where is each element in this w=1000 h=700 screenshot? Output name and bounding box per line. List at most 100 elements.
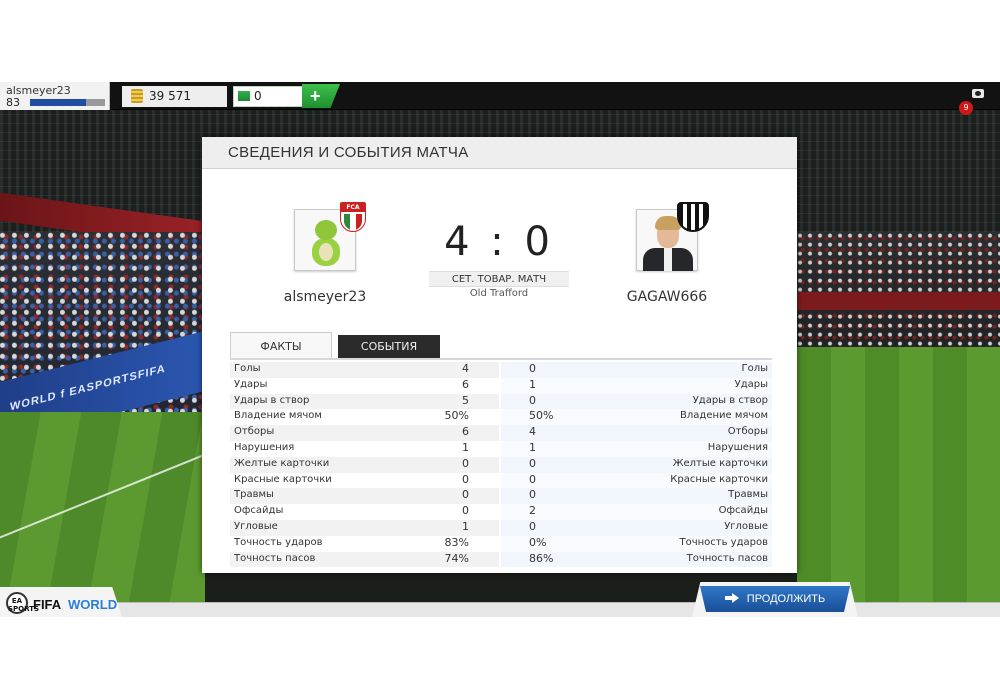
profile-level: 83: [6, 96, 20, 109]
stat-row: Желтые карточки 0 0 Желтые карточки: [230, 456, 772, 473]
stat-value-away: 0: [529, 393, 536, 407]
stat-label-away: Владение мячом: [680, 410, 768, 422]
game-screen: WORLD f EASPORTSFIFA alsmeyer23 83 39 57…: [0, 82, 1000, 617]
stat-label-home: Удары в створ: [234, 394, 310, 406]
ea-sports-logo: EA SPORTS: [6, 592, 39, 614]
stat-label-away: Точность ударов: [679, 536, 768, 548]
stat-value-away: 1: [529, 377, 536, 391]
coins-balance: 39 571: [122, 86, 227, 107]
fifa-logo-text: FIFA: [33, 597, 62, 612]
stat-value-home: 0: [462, 472, 469, 486]
match-facts-panel: СВЕДЕНИЯ И СОБЫТИЯ МАТЧА FCA alsmeyer23 …: [202, 137, 797, 573]
stat-value-home: 83%: [444, 535, 469, 549]
stat-home-cell: Травмы 0: [230, 488, 499, 505]
stat-label-home: Отборы: [234, 426, 275, 438]
stat-label-home: Точность ударов: [234, 536, 323, 548]
stat-row: Угловые 1 0 Угловые: [230, 519, 772, 536]
stat-value-away: 86%: [529, 551, 554, 565]
stat-value-away: 0: [529, 362, 536, 375]
stat-label-home: Нарушения: [234, 441, 295, 453]
stat-value-away: 0: [529, 488, 536, 502]
stat-label-away: Нарушения: [707, 441, 768, 453]
stand-band-right: [797, 292, 1000, 310]
stat-away-cell: 0 Угловые: [501, 519, 772, 536]
stat-away-cell: 4 Отборы: [501, 425, 772, 441]
stat-home-cell: Владение мячом 50%: [230, 409, 499, 425]
stat-home-cell: Желтые карточки 0: [230, 456, 499, 473]
stat-value-away: 1: [529, 440, 536, 454]
stat-value-home: 50%: [444, 409, 469, 423]
stat-row: Офсайды 0 2 Офсайды: [230, 504, 772, 520]
panel-title: СВЕДЕНИЯ И СОБЫТИЯ МАТЧА: [228, 144, 469, 161]
mascot-belly: [319, 243, 333, 261]
stat-label-home: Желтые карточки: [234, 457, 330, 469]
tab-facts[interactable]: ФАКТЫ: [230, 332, 332, 359]
stat-value-home: 1: [462, 519, 469, 533]
stat-value-away: 0%: [529, 535, 547, 549]
stat-value-away: 0: [529, 472, 536, 486]
stat-label-away: Угловые: [724, 520, 768, 532]
stat-label-away: Офсайды: [718, 505, 768, 517]
stat-label-home: Офсайды: [234, 505, 284, 517]
stat-label-home: Угловые: [234, 520, 278, 532]
stat-label-away: Травмы: [728, 489, 768, 501]
stat-away-cell: 0 Травмы: [501, 488, 772, 505]
home-club-crest-icon: FCA: [340, 202, 366, 232]
top-bar: alsmeyer23 83 39 571 0 + 9: [0, 82, 1000, 115]
stat-home-cell: Угловые 1: [230, 519, 499, 536]
stat-home-cell: Офсайды 0: [230, 504, 499, 520]
stat-away-cell: 0 Желтые карточки: [501, 456, 772, 473]
stat-value-away: 0: [529, 519, 536, 533]
stat-row: Точность пасов 74% 86% Точность пасов: [230, 551, 772, 568]
panel-header: СВЕДЕНИЯ И СОБЫТИЯ МАТЧА: [202, 137, 797, 169]
stat-label-away: Удары: [734, 378, 768, 390]
continue-button[interactable]: ПРОДОЛЖИТЬ: [700, 586, 850, 612]
stat-away-cell: 86% Точность пасов: [501, 551, 772, 568]
stat-away-cell: 1 Нарушения: [501, 440, 772, 457]
arrow-right-icon: [724, 593, 739, 603]
stat-home-cell: Удары 6: [230, 378, 499, 394]
stat-label-home: Точность пасов: [234, 552, 316, 564]
fifa-points-balance: 0: [233, 86, 313, 107]
stat-label-away: Голы: [741, 363, 768, 374]
coins-icon: [131, 89, 143, 103]
tab-events[interactable]: СОБЫТИЯ: [338, 335, 440, 359]
fifa-points-value: 0: [254, 89, 262, 103]
xp-progress-fill: [30, 99, 87, 106]
player-shirt: [664, 248, 672, 271]
match-type: СЕТ. ТОВАР. МАТЧ: [429, 271, 569, 287]
stat-value-away: 2: [529, 504, 536, 518]
stat-label-away: Удары в створ: [692, 394, 768, 406]
stat-row: Красные карточки 0 0 Красные карточки: [230, 472, 772, 489]
away-club-crest-icon: [677, 202, 709, 232]
stat-row: Травмы 0 0 Травмы: [230, 488, 772, 505]
stat-away-cell: 0% Точность ударов: [501, 535, 772, 552]
stat-away-cell: 2 Офсайды: [501, 504, 772, 520]
stat-row: Удары 6 1 Удары: [230, 377, 772, 394]
coins-value: 39 571: [149, 89, 191, 103]
stat-home-cell: Нарушения 1: [230, 441, 499, 457]
notification-badge[interactable]: 9: [959, 101, 973, 115]
stat-row: Нарушения 1 1 Нарушения: [230, 440, 772, 457]
stat-row: Владение мячом 50% 50% Владение мячом: [230, 409, 772, 426]
stat-value-home: 0: [462, 488, 469, 502]
stat-label-home: Голы: [234, 363, 261, 374]
away-team-name: GAGAW666: [626, 289, 708, 305]
stat-away-cell: 0 Красные карточки: [501, 472, 772, 489]
stat-value-home: 1: [462, 440, 469, 454]
add-points-button[interactable]: +: [302, 84, 340, 108]
camera-icon[interactable]: [972, 89, 984, 98]
fifa-points-icon: [238, 91, 250, 101]
stat-home-cell: Точность ударов 83%: [230, 536, 499, 552]
stat-home-cell: Отборы 6: [230, 425, 499, 441]
away-avatar: [636, 202, 709, 271]
stat-value-away: 4: [529, 425, 536, 439]
stat-label-home: Травмы: [234, 489, 274, 501]
stat-label-away: Отборы: [727, 426, 768, 438]
stat-home-cell: Голы 4: [230, 362, 499, 378]
stat-row: Точность ударов 83% 0% Точность ударов: [230, 535, 772, 552]
profile-widget[interactable]: alsmeyer23 83: [0, 82, 110, 110]
stat-away-cell: 50% Владение мячом: [501, 409, 772, 426]
stat-value-home: 0: [462, 504, 469, 518]
stat-label-home: Удары: [234, 378, 268, 390]
